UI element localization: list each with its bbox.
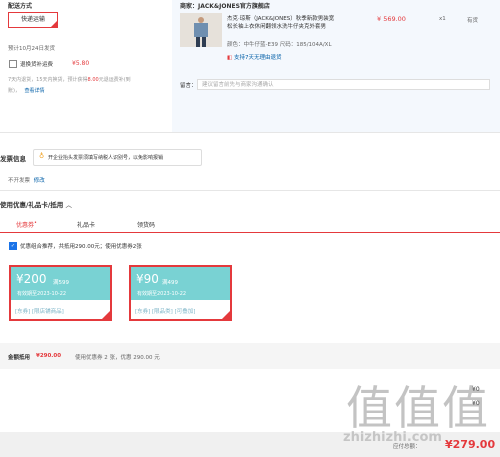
coupon-valid: 有效期至2023-10-22 [137,291,187,297]
insurance-desc-amount: 8.00 [87,77,99,83]
remark-label: 留言： [180,83,197,89]
tab-coupons[interactable]: 优惠券• [16,220,37,229]
tab-pickup-code[interactable]: 领货码 [137,220,155,229]
selected-corner-icon [51,21,57,27]
coupon-card[interactable]: ¥90 满499 有效期至2023-10-22 [东券] [限品类] [可叠加] [129,265,232,321]
product-thumbnail[interactable] [180,13,222,47]
selected-corner-icon [102,311,110,319]
product-title-line1: 杰克·琼斯（JACK&JONES）秋季新款男装宽 [227,16,335,22]
product-image-icon [194,17,208,47]
delivery-estimate: 预计10月24日发货 [8,46,55,52]
discount-desc: 使用优惠券 2 张，优惠 290.00 元 [75,355,160,361]
insurance-price: ¥5.80 [72,60,90,67]
shipping-method-button[interactable]: 快递运输 [8,12,58,28]
invoice-tip: ♁ 开企业抬头发票须填写纳税人识别号，以免影响报销 [33,149,202,166]
watermark: 值值值 zhizhizhi.com [336,370,500,457]
product-title[interactable]: 杰克·琼斯（JACK&JONES）秋季新款男装宽 松长袖上衣休闲翻领水洗牛仔夹克… [227,15,352,31]
coupon-tags: [东券] [限店铺商品] [15,309,64,315]
product-spec: 颜色：中牛仔蓝-E39 尺码：185/104A/XL [227,42,332,48]
invoice-tip-text: 开企业抬头发票须填写纳税人识别号，以免影响报销 [48,155,164,161]
bulb-icon: ♁ [39,152,45,160]
selected-corner-icon [222,311,230,319]
shipping-method-label: 快递运输 [20,16,45,23]
insurance-detail-link[interactable]: 查看详情 [25,88,45,94]
remark-placeholder: 建议留言前先与商家沟通确认 [202,82,274,88]
discount-amount: ¥290.00 [36,353,62,359]
section-divider [0,132,500,133]
invoice-modify-link[interactable]: 修改 [34,178,45,184]
coupons-title[interactable]: 使用优惠/礼品卡/抵用 ︿ [0,199,72,209]
product-price: ¥ 569.00 [377,15,406,23]
discount-summary: 金额抵用 ¥290.00 使用优惠券 2 张，优惠 290.00 元 [0,343,500,369]
coupon-condition: 满599 [53,280,69,286]
return-policy-icon: ◧ [227,55,233,61]
insurance-label: 退换货补运费 [20,62,54,68]
chevron-up-icon: ︿ [65,201,73,209]
store-name[interactable]: 商家：JACK&JONES官方旗舰店 [180,1,270,10]
tab-gift-card[interactable]: 礼品卡 [77,220,95,229]
coupon-tags: [东券] [限品类] [可叠加] [135,309,196,315]
insurance-desc-1: 7天内退货，15天内换货，预计获得 [8,77,88,83]
insurance-checkbox[interactable] [9,60,17,68]
coupons-title-text: 使用优惠/礼品卡/抵用 [0,201,64,209]
watermark-text: zhizhizhi.com [343,430,442,445]
return-policy[interactable]: ◧ 支持7天无理由退货 [227,53,281,61]
product-stock: 有货 [467,18,479,24]
coupon-condition: 满499 [162,280,178,286]
coupon-amount: ¥90 [136,272,159,286]
shipping-title: 配送方式 [8,3,33,10]
invoice-status: 不开发票 修改 [8,176,45,184]
tab-coupons-label: 优惠券 [16,222,35,229]
remark-input[interactable]: 建议留言前先与商家沟通确认 [197,79,490,90]
insurance-desc-2: 元退运费补(到 [98,77,131,83]
combo-checkbox[interactable]: ✓ [9,242,17,250]
insurance-desc: 7天内退货，15天内换货，预计获得8.00元退运费补(到 [8,76,131,83]
section-divider-2 [0,190,500,191]
product-title-line2: 松长袖上衣休闲翻领水洗牛仔夹克外套男 [227,24,327,30]
invoice-status-text: 不开发票 [8,178,31,184]
insurance-desc-3: 账)， [8,88,20,94]
discount-label: 金额抵用 [8,355,31,361]
coupon-bottom: [东券] [限品类] [可叠加] [131,300,230,319]
coupon-card[interactable]: ¥200 满599 有效期至2023-10-22 [东券] [限店铺商品] [9,265,112,321]
watermark-glyphs: 值值值 [346,381,490,435]
invoice-title: 发票信息 [0,155,26,163]
combo-text: 优惠组合推荐，共抵用290.00元；使用优惠券2张 [20,244,142,250]
return-policy-text: 支持7天无理由退货 [233,55,282,61]
coupon-bottom: [东券] [限店铺商品] [11,300,110,319]
product-qty: x1 [439,16,446,22]
coupon-valid: 有效期至2023-10-22 [17,291,67,297]
insurance-desc-line2: 账)， 查看详情 [8,87,45,94]
coupon-amount: ¥200 [16,272,47,286]
coupon-tabs: 优惠券• 礼品卡 领货码 [0,218,500,233]
tab-dot-icon: • [34,220,37,226]
